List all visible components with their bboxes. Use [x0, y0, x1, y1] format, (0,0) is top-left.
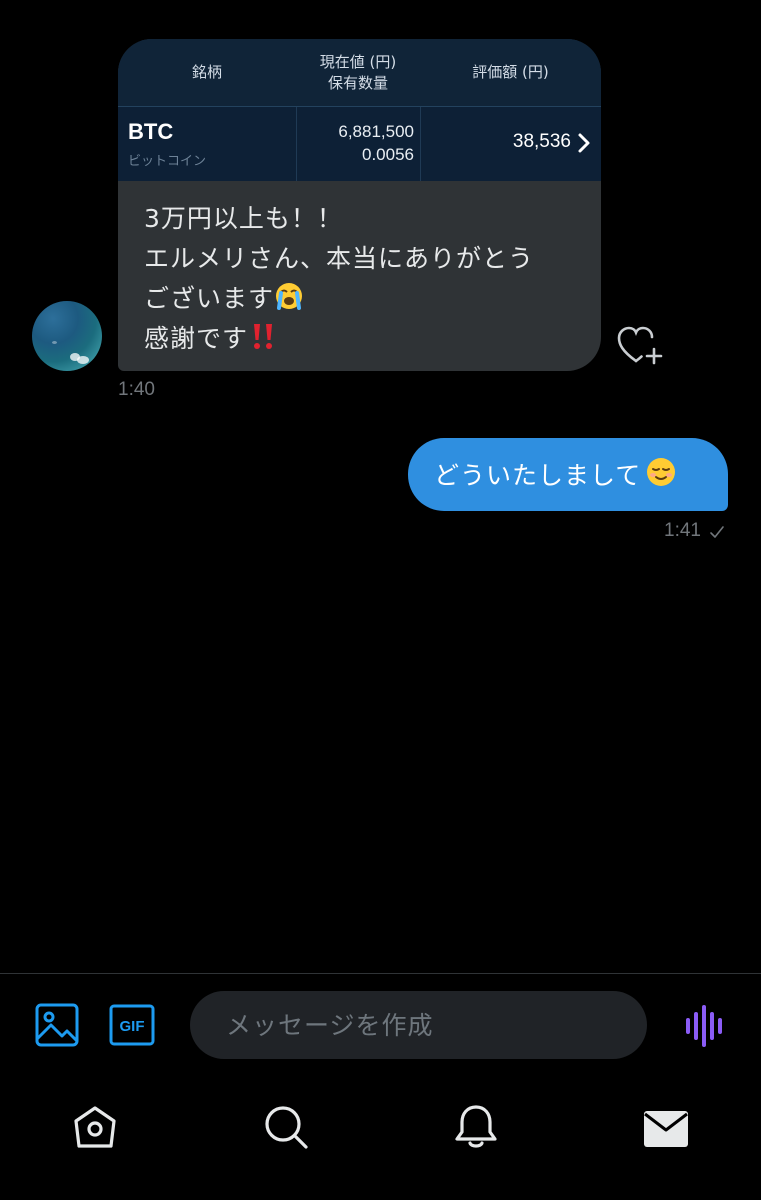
message-line: 感謝です [144, 324, 249, 353]
add-reaction-heart-icon[interactable] [616, 325, 666, 369]
notifications-bell-icon[interactable] [452, 1103, 500, 1151]
message-line: エルメリさん、本当にありがとう [144, 244, 535, 273]
ticker-symbol: BTC [128, 119, 174, 144]
incoming-message-text: 3万円以上も！！ エルメリさん、本当にありがとう ございます 感謝です [144, 199, 584, 359]
header-price: 現在値 (円) [319, 52, 397, 71]
header-ticker: 銘柄 [191, 63, 222, 81]
incoming-message-bubble[interactable]: 銘柄 現在値 (円) 保有数量 評価額 (円) BTC ビットコイン 6,881… [118, 39, 601, 371]
message-line: 3万円以上も！！ [144, 204, 343, 233]
header-quantity: 保有数量 [327, 73, 388, 92]
header-value: 評価額 (円) [472, 63, 549, 81]
current-price: 6,881,500 [338, 122, 414, 141]
smiling-face-icon [647, 458, 676, 486]
gif-icon: GIF [109, 1004, 155, 1046]
message-line: ございます [144, 284, 275, 313]
chevron-right-icon[interactable] [575, 131, 593, 155]
home-icon[interactable] [71, 1103, 119, 1151]
ticker-name: ビットコイン [128, 154, 207, 169]
outgoing-message-text: どういたしまして [434, 456, 677, 492]
double-exclamation-icon [254, 324, 273, 349]
incoming-timestamp: 1:40 [118, 379, 155, 400]
search-icon[interactable] [262, 1103, 310, 1151]
stock-card-header: 銘柄 現在値 (円) 保有数量 評価額 (円) [118, 39, 601, 107]
voice-message-icon[interactable] [684, 1003, 724, 1049]
outgoing-message-bubble[interactable]: どういたしまして [408, 438, 728, 511]
gif-button[interactable]: GIF [109, 1004, 155, 1046]
composer-divider [0, 973, 761, 974]
messages-envelope-icon[interactable] [642, 1105, 690, 1153]
sent-check-icon [710, 526, 724, 538]
valuation: 38,536 [512, 131, 571, 152]
message-input[interactable] [190, 991, 647, 1059]
stock-card[interactable]: 銘柄 現在値 (円) 保有数量 評価額 (円) BTC ビットコイン 6,881… [118, 39, 601, 181]
image-icon[interactable] [35, 1003, 81, 1049]
gif-label: GIF [120, 1018, 145, 1035]
loudly-crying-face-icon [276, 283, 303, 310]
outgoing-timestamp: 1:41 [664, 520, 701, 541]
stock-row-btc[interactable]: BTC ビットコイン 6,881,500 0.0056 38,536 [118, 107, 601, 181]
avatar[interactable] [32, 301, 102, 371]
holding-quantity: 0.0056 [362, 145, 414, 164]
